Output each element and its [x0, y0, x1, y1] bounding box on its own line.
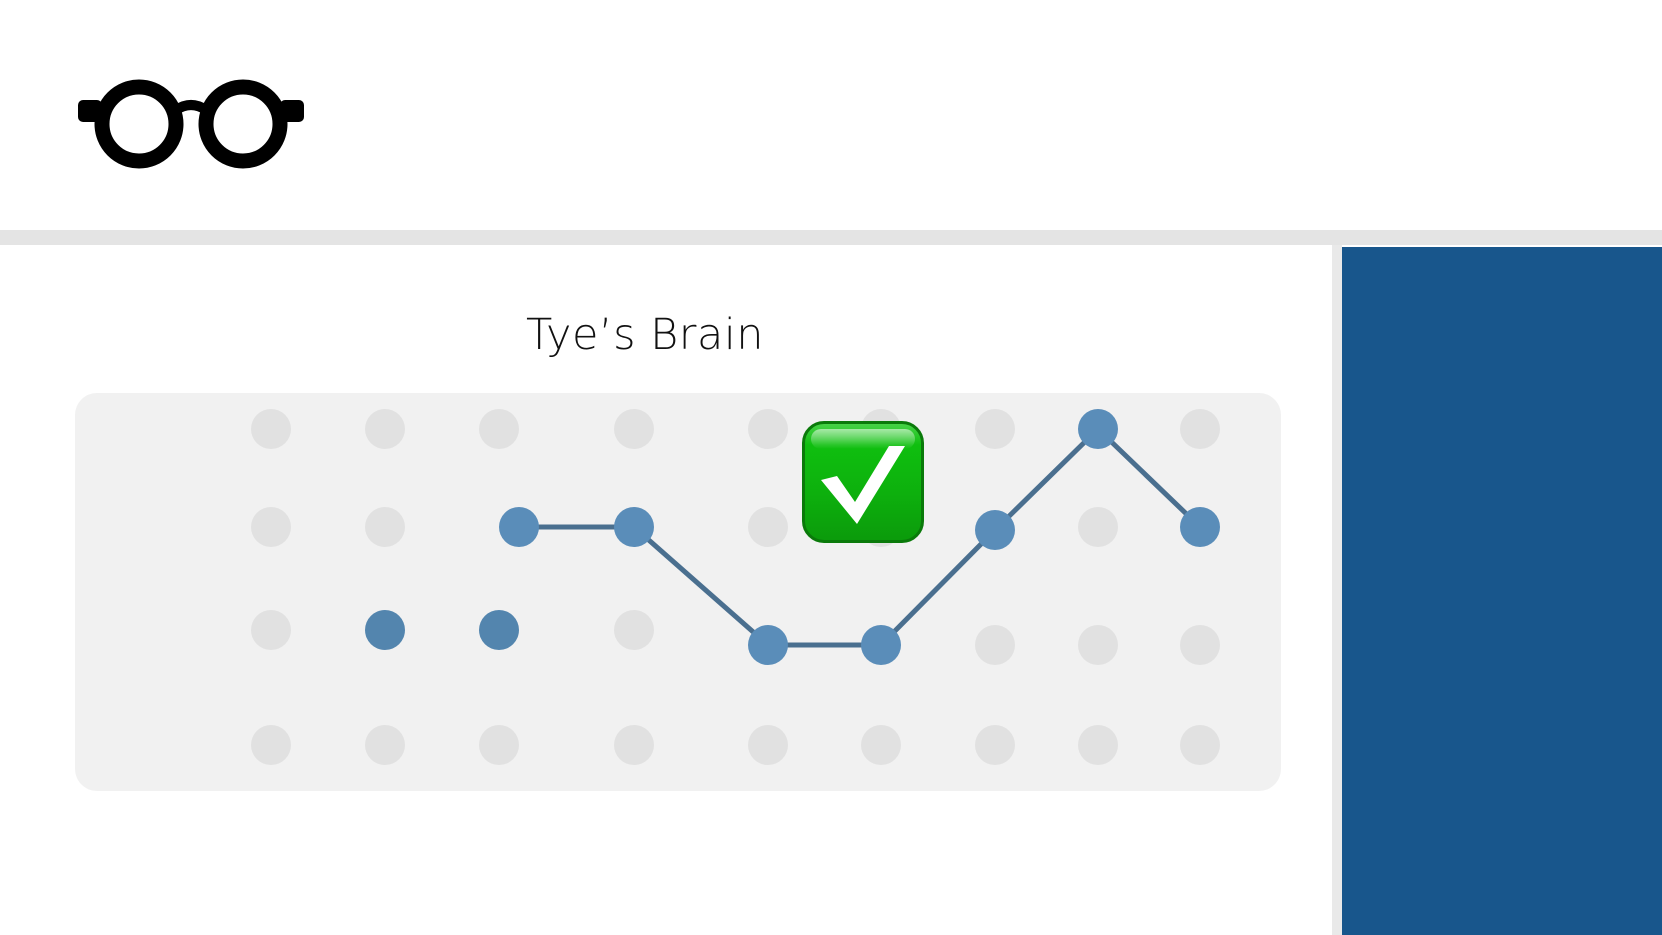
filled-dot-7-0[interactable]	[1078, 409, 1118, 449]
game-screen: Tye’s Brain	[0, 0, 1662, 935]
filled-dot-1-2[interactable]	[365, 610, 405, 650]
grid-dot-0-1[interactable]	[251, 507, 291, 547]
grid-dot-0-2[interactable]	[251, 610, 291, 650]
grid-dot-8-3[interactable]	[1180, 725, 1220, 765]
grid-dot-3-0[interactable]	[614, 409, 654, 449]
grid-dot-3-2[interactable]	[614, 610, 654, 650]
panel-divider	[1332, 245, 1342, 935]
grid-dot-7-1[interactable]	[1078, 507, 1118, 547]
grid-dot-6-0[interactable]	[975, 409, 1015, 449]
grid-dot-3-3[interactable]	[614, 725, 654, 765]
board-title: Tye’s Brain	[525, 310, 765, 360]
side-panel	[1342, 247, 1662, 935]
grid-dot-1-3[interactable]	[365, 725, 405, 765]
grid-dot-8-0[interactable]	[1180, 409, 1220, 449]
grid-dot-2-0[interactable]	[479, 409, 519, 449]
header	[0, 0, 1662, 230]
filled-dot-8-1[interactable]	[1180, 507, 1220, 547]
filled-dot-5-2[interactable]	[861, 625, 901, 665]
filled-dot-4-2[interactable]	[748, 625, 788, 665]
filled-dot-3-1[interactable]	[614, 507, 654, 547]
grid-dot-4-3[interactable]	[748, 725, 788, 765]
grid-dot-6-3[interactable]	[975, 725, 1015, 765]
grid-dot-5-3[interactable]	[861, 725, 901, 765]
grid-dot-7-2[interactable]	[1078, 625, 1118, 665]
grid-dot-0-0[interactable]	[251, 409, 291, 449]
filled-dot-6-1[interactable]	[975, 510, 1015, 550]
grid-dot-4-1[interactable]	[748, 507, 788, 547]
filled-dot-2-1[interactable]	[499, 507, 539, 547]
header-divider	[0, 230, 1662, 245]
grid-dot-2-3[interactable]	[479, 725, 519, 765]
grid-dot-1-0[interactable]	[365, 409, 405, 449]
grid-dot-1-1[interactable]	[365, 507, 405, 547]
check-mark-button-icon	[802, 421, 924, 543]
grid-dot-8-2[interactable]	[1180, 625, 1220, 665]
glasses-icon[interactable]	[76, 76, 306, 176]
grid-dot-6-2[interactable]	[975, 625, 1015, 665]
grid-dot-7-3[interactable]	[1078, 725, 1118, 765]
grid-dot-4-0[interactable]	[748, 409, 788, 449]
grid-dot-0-3[interactable]	[251, 725, 291, 765]
filled-dot-2-2[interactable]	[479, 610, 519, 650]
